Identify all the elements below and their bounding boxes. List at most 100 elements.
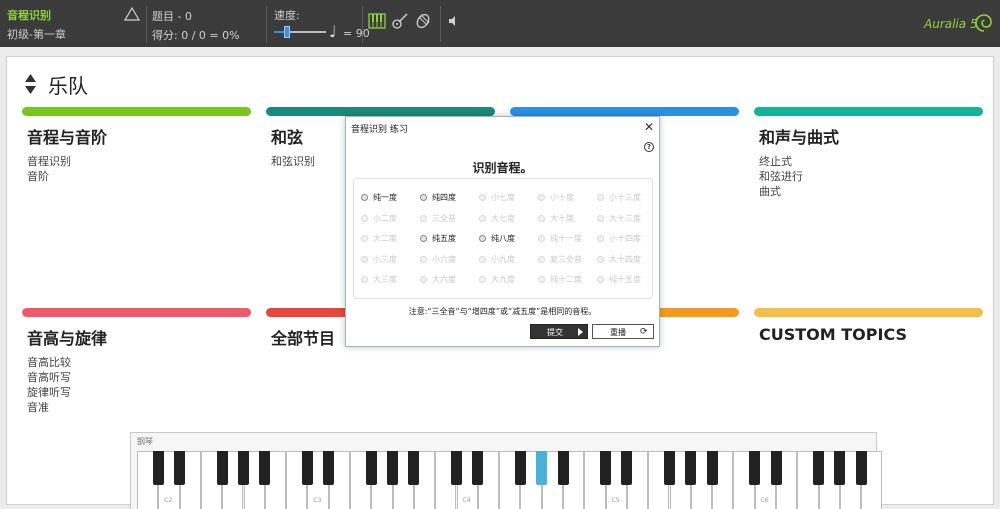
radio-button[interactable] xyxy=(361,235,368,242)
interval-option[interactable]: 纯五度 xyxy=(420,232,478,246)
piano-black-key[interactable] xyxy=(557,451,569,485)
sort-arrows-icon[interactable] xyxy=(24,73,37,95)
piano-black-key[interactable] xyxy=(216,451,228,485)
piano-black-key[interactable] xyxy=(301,451,313,485)
piano-black-key[interactable] xyxy=(365,451,377,485)
radio-button[interactable] xyxy=(479,215,486,222)
interval-option[interactable]: 小九度 xyxy=(479,253,537,267)
piano-black-key[interactable] xyxy=(749,451,761,485)
interval-option[interactable]: 三全音 xyxy=(420,212,478,226)
piano-icon[interactable] xyxy=(368,12,386,30)
piano-black-key[interactable] xyxy=(152,451,164,485)
radio-button[interactable] xyxy=(420,194,427,201)
piano-black-key[interactable] xyxy=(323,451,335,485)
card-title[interactable]: CUSTOM TOPICS xyxy=(759,325,983,344)
radio-button[interactable] xyxy=(479,235,486,242)
card-item[interactable]: 旋律听写 xyxy=(27,385,251,400)
interval-option[interactable]: 大七度 xyxy=(479,212,537,226)
card-item[interactable]: 曲式 xyxy=(759,184,983,199)
card-item[interactable]: 音高听写 xyxy=(27,370,251,385)
radio-button[interactable] xyxy=(361,256,368,263)
interval-option[interactable]: 大十度 xyxy=(538,212,596,226)
interval-option[interactable]: 大九度 xyxy=(479,273,537,287)
radio-button[interactable] xyxy=(420,215,427,222)
radio-button[interactable] xyxy=(361,215,368,222)
interval-option[interactable]: 复三全音 xyxy=(538,253,596,267)
replay-button[interactable]: 重播 ⟳ xyxy=(592,324,654,339)
radio-button[interactable] xyxy=(361,194,368,201)
radio-button[interactable] xyxy=(597,276,604,283)
topic-card-intervals-scales[interactable]: 音程与音阶 音程识别 音阶 xyxy=(22,107,251,184)
radio-button[interactable] xyxy=(538,256,545,263)
card-item[interactable]: 终止式 xyxy=(759,154,983,169)
piano-black-key[interactable] xyxy=(408,451,420,485)
piano-black-key[interactable] xyxy=(387,451,399,485)
radio-button[interactable] xyxy=(479,194,486,201)
topic-card-harmony-form[interactable]: 和声与曲式 终止式 和弦进行 曲式 xyxy=(754,107,983,199)
card-title[interactable]: 和声与曲式 xyxy=(759,124,983,148)
help-icon[interactable]: ? xyxy=(644,142,654,152)
card-item[interactable]: 音准 xyxy=(27,400,251,415)
card-item[interactable]: 音高比较 xyxy=(27,355,251,370)
interval-option[interactable]: 大六度 xyxy=(420,273,478,287)
piano-black-key[interactable] xyxy=(238,451,249,485)
radio-button[interactable] xyxy=(420,235,427,242)
interval-option[interactable]: 小十度 xyxy=(538,191,596,205)
piano-black-key[interactable] xyxy=(472,451,484,485)
radio-button[interactable] xyxy=(361,276,368,283)
speed-slider[interactable] xyxy=(274,26,326,38)
interval-option[interactable]: 小二度 xyxy=(361,212,419,226)
radio-button[interactable] xyxy=(479,276,486,283)
topic-card-pitch-melody[interactable]: 音高与旋律 音高比较 音高听写 旋律听写 音准 xyxy=(22,308,251,415)
piano-black-key[interactable] xyxy=(600,451,612,485)
piano-black-key[interactable] xyxy=(259,451,271,485)
radio-button[interactable] xyxy=(597,235,604,242)
radio-button[interactable] xyxy=(538,276,545,283)
radio-button[interactable] xyxy=(597,256,604,263)
piano-black-key[interactable] xyxy=(813,451,825,485)
close-icon[interactable]: ✕ xyxy=(644,120,654,134)
piano-black-key[interactable] xyxy=(536,451,548,485)
piano-black-key[interactable] xyxy=(451,451,462,485)
interval-option[interactable]: 大十四度 xyxy=(597,253,655,267)
interval-option[interactable]: 纯八度 xyxy=(479,232,537,246)
piano-black-key[interactable] xyxy=(664,451,675,485)
topic-card-custom-topics[interactable]: CUSTOM TOPICS xyxy=(754,308,983,344)
interval-option[interactable]: 小十四度 xyxy=(597,232,655,246)
tambourine-icon[interactable] xyxy=(414,12,432,30)
card-item[interactable]: 音阶 xyxy=(27,169,251,184)
piano-black-key[interactable] xyxy=(685,451,697,485)
piano-black-key[interactable] xyxy=(514,451,526,485)
interval-option[interactable]: 大三度 xyxy=(361,273,419,287)
interval-option[interactable]: 纯十五度 xyxy=(597,273,655,287)
radio-button[interactable] xyxy=(597,215,604,222)
interval-option[interactable]: 大二度 xyxy=(361,232,419,246)
radio-button[interactable] xyxy=(538,194,545,201)
piano-black-key[interactable] xyxy=(174,451,186,485)
interval-option[interactable]: 小三度 xyxy=(361,253,419,267)
triangle-up-icon[interactable] xyxy=(124,7,140,21)
speaker-icon[interactable] xyxy=(446,12,464,30)
interval-option[interactable]: 大十三度 xyxy=(597,212,655,226)
guitar-icon[interactable] xyxy=(391,12,409,30)
radio-button[interactable] xyxy=(479,256,486,263)
interval-option[interactable]: 小六度 xyxy=(420,253,478,267)
radio-button[interactable] xyxy=(538,235,545,242)
piano-black-key[interactable] xyxy=(834,451,846,485)
interval-option[interactable]: 纯一度 xyxy=(361,191,419,205)
interval-option[interactable]: 纯四度 xyxy=(420,191,478,205)
card-title[interactable]: 音高与旋律 xyxy=(27,325,251,349)
card-title[interactable]: 音程与音阶 xyxy=(27,124,251,148)
interval-option[interactable]: 纯十一度 xyxy=(538,232,596,246)
submit-button[interactable]: 提交 xyxy=(530,324,588,339)
radio-button[interactable] xyxy=(420,276,427,283)
piano-black-key[interactable] xyxy=(855,451,867,485)
speed-slider-thumb[interactable] xyxy=(284,26,291,38)
interval-option[interactable]: 小十三度 xyxy=(597,191,655,205)
piano-black-key[interactable] xyxy=(770,451,782,485)
piano-black-key[interactable] xyxy=(621,451,633,485)
card-item[interactable]: 音程识别 xyxy=(27,154,251,169)
interval-option[interactable]: 纯十二度 xyxy=(538,273,596,287)
radio-button[interactable] xyxy=(538,215,545,222)
piano-black-key[interactable] xyxy=(706,451,718,485)
